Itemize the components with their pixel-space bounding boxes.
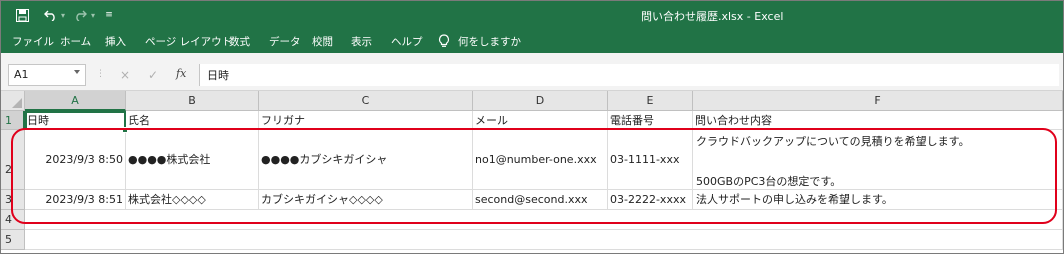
row-header-4[interactable]: 4 [1,210,25,230]
row-header-2[interactable]: 2 [1,130,25,190]
tab-file[interactable]: ファイル [12,34,54,49]
cell-b2[interactable]: ●●●●株式会社 [126,130,259,190]
tab-formulas[interactable]: 数式 [229,34,250,49]
tell-me-search[interactable]: 何をしますか [458,34,521,49]
cell-d1[interactable]: メール [473,111,608,130]
chevron-down-icon[interactable] [74,70,80,74]
cell-e2[interactable]: 03-1111-xxx [608,130,693,190]
cell-a2[interactable]: 2023/9/3 8:50 [25,130,126,190]
customize-qat-icon[interactable]: ≡ [103,6,115,24]
column-header-e[interactable]: E [608,91,693,111]
column-header-d[interactable]: D [473,91,608,111]
more-icon: ⋮ [96,69,105,79]
fill-handle[interactable] [122,127,128,133]
cell-a3[interactable]: 2023/9/3 8:51 [25,190,126,210]
undo-dropdown-icon[interactable]: ▾ [59,6,67,24]
column-header-f[interactable]: F [693,91,1063,111]
cell-e3[interactable]: 03-2222-xxxx [608,190,693,210]
cell-c2[interactable]: ●●●●カブシキガイシャ [259,130,473,190]
tab-review[interactable]: 校閲 [312,34,333,49]
row-header-5[interactable]: 5 [1,230,25,250]
cell-f2-line-1: クラウドバックアップについての見積りを希望します。 [696,135,970,148]
cell-f3[interactable]: 法人サポートの申し込みを希望します。 [693,190,1063,210]
worksheet-grid: A B C D E F 1 2 3 4 5 日時 氏名 フリガナ メール 電話番… [1,91,1063,253]
cell-d3[interactable]: second@second.xxx [473,190,608,210]
undo-icon[interactable] [41,6,59,24]
formula-input[interactable]: 日時 [199,64,1059,86]
tab-help[interactable]: ヘルプ [391,34,423,49]
column-header-a[interactable]: A [25,91,126,111]
window-title: 問い合わせ履歴.xlsx - Excel [641,10,784,23]
excel-window: ▾ ▾ ≡ 問い合わせ履歴.xlsx - Excel ファイル ホーム 挿入 ペ… [0,0,1064,254]
title-bar: ▾ ▾ ≡ 問い合わせ履歴.xlsx - Excel [1,1,1063,29]
tab-insert[interactable]: 挿入 [105,34,126,49]
column-header-b[interactable]: B [126,91,259,111]
cell-e1[interactable]: 電話番号 [608,111,693,130]
lightbulb-icon [438,34,450,48]
cancel-icon[interactable]: × [120,68,130,82]
cell-f2[interactable]: クラウドバックアップについての見積りを希望します。 500GBのPC3台の想定で… [693,130,1063,190]
select-all-button[interactable] [1,91,25,111]
row-5-cells[interactable] [25,230,1063,250]
tab-page-layout[interactable]: ページ レイアウト [145,34,232,49]
save-icon[interactable] [13,6,31,24]
redo-icon[interactable] [71,6,89,24]
redo-dropdown-icon[interactable]: ▾ [89,6,97,24]
tab-view[interactable]: 表示 [351,34,372,49]
insert-function-icon[interactable]: fx [176,67,186,80]
row-4-cells[interactable] [25,210,1063,230]
select-all-triangle-icon [12,98,22,108]
column-header-c[interactable]: C [259,91,473,111]
cell-b3[interactable]: 株式会社◇◇◇◇ [126,190,259,210]
tab-home[interactable]: ホーム [60,34,91,49]
cell-d2[interactable]: no1@number-one.xxx [473,130,608,190]
cell-f2-line-2: 500GBのPC3台の想定です。 [696,175,842,188]
ribbon-tabs: ファイル ホーム 挿入 ページ レイアウト 数式 データ 校閲 表示 ヘルプ 何… [1,29,1063,53]
active-cell-border [25,111,126,130]
name-box[interactable]: A1 [8,64,86,86]
cell-f1[interactable]: 問い合わせ内容 [693,111,1063,130]
cell-b1[interactable]: 氏名 [126,111,259,130]
cell-c1[interactable]: フリガナ [259,111,473,130]
enter-icon[interactable]: ✓ [148,68,158,82]
tab-data[interactable]: データ [269,34,301,49]
row-header-3[interactable]: 3 [1,190,25,210]
cell-c3[interactable]: カブシキガイシャ◇◇◇◇ [259,190,473,210]
formula-bar: A1 ⋮ × ✓ fx 日時 [1,53,1063,91]
row-header-1[interactable]: 1 [1,111,25,130]
